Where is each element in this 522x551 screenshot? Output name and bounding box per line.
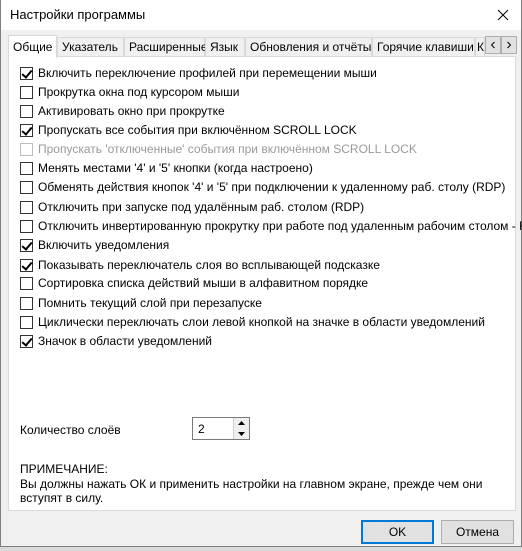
option-checkbox-row[interactable]: Сортировка списка действий мыши в алфави… xyxy=(20,275,368,291)
option-label: Активировать окно при прокрутке xyxy=(38,104,225,118)
option-label: Менять местами '4' и '5' кнопки (когда н… xyxy=(38,161,313,175)
checkbox-checked[interactable] xyxy=(20,66,33,80)
option-label: Циклически переключать слои левой кнопко… xyxy=(38,315,485,329)
chevron-left-icon xyxy=(490,41,495,49)
option-label: Показывать переключатель слоя во всплыва… xyxy=(38,258,380,272)
option-checkbox-row[interactable]: Пропускать все события при включённом SC… xyxy=(20,122,357,138)
tab-scroll-left-button[interactable] xyxy=(485,36,501,54)
tab-truncated[interactable]: К xyxy=(475,37,485,57)
window-title: Настройки программы xyxy=(10,7,146,22)
tab-label: Язык xyxy=(210,40,239,54)
ok-button[interactable]: OK xyxy=(361,520,434,544)
option-checkbox-row[interactable]: Циклически переключать слои левой кнопко… xyxy=(20,314,485,330)
option-label: Прокрутка окна под курсором мыши xyxy=(38,85,240,99)
tab-label: Указатель xyxy=(62,40,118,54)
checkbox-unchecked[interactable] xyxy=(20,219,33,233)
checkbox-unchecked[interactable] xyxy=(20,276,33,290)
arrow-down-icon xyxy=(238,431,245,436)
option-checkbox-row[interactable]: Прокрутка окна под курсором мыши xyxy=(20,84,239,100)
tab-label: К xyxy=(477,40,484,54)
settings-window: Настройки программы Общие Указатель Расш… xyxy=(0,0,522,547)
note-text: Вы должны нажать ОК и применить настройк… xyxy=(20,477,483,505)
checkbox-unchecked[interactable] xyxy=(20,161,33,175)
option-label: Обменять действия кнопок '4' и '5' при п… xyxy=(38,180,506,194)
option-label: Пропускать 'отключенные' события при вкл… xyxy=(38,142,417,156)
checkbox-unchecked[interactable] xyxy=(20,104,33,118)
option-checkbox-row[interactable]: Значок в области уведомлений xyxy=(20,333,212,349)
option-checkbox-row[interactable]: Отключить инвертированную прокрутку при … xyxy=(20,218,522,234)
option-label: Отключить инвертированную прокрутку при … xyxy=(38,219,522,233)
arrow-up-icon xyxy=(238,421,245,425)
layers-count-label: Количество слоёв xyxy=(20,423,121,437)
note-title: ПРИМЕЧАНИЕ: xyxy=(20,462,108,476)
spin-down-button[interactable] xyxy=(233,428,249,439)
checkbox-checked[interactable] xyxy=(20,123,33,137)
option-label: Сортировка списка действий мыши в алфави… xyxy=(38,276,369,290)
option-checkbox-row[interactable]: Включить переключение профилей при перем… xyxy=(20,65,377,81)
ok-label: OK xyxy=(388,525,407,539)
tab-label: Расширенные xyxy=(129,40,208,54)
tab-label: Обновления и отчёты xyxy=(250,40,372,54)
close-button[interactable] xyxy=(493,5,513,25)
tab-label: Общие xyxy=(13,40,53,54)
tab-general[interactable]: Общие xyxy=(8,35,57,58)
option-checkbox-row[interactable]: Активировать окно при прокрутке xyxy=(20,103,225,119)
cancel-label: Отмена xyxy=(455,525,500,539)
option-label: Отключить при запуске под удалённым раб.… xyxy=(38,200,365,214)
checkbox-checked[interactable] xyxy=(20,334,33,348)
option-checkbox-row[interactable]: Включить уведомления xyxy=(20,237,169,253)
tab-hotkeys[interactable]: Горячие клавиши xyxy=(372,37,475,57)
checkbox-unchecked[interactable] xyxy=(20,296,33,310)
option-label: Пропускать все события при включённом SC… xyxy=(38,123,357,137)
checkbox-unchecked[interactable] xyxy=(20,315,33,329)
checkbox-unchecked xyxy=(20,142,33,156)
cancel-button[interactable]: Отмена xyxy=(441,520,514,544)
option-checkbox-row[interactable]: Отключить при запуске под удалённым раб.… xyxy=(20,199,364,215)
checkbox-checked[interactable] xyxy=(20,238,33,252)
tab-language[interactable]: Язык xyxy=(205,37,245,57)
option-checkbox-row[interactable]: Обменять действия кнопок '4' и '5' при п… xyxy=(20,179,505,195)
close-icon xyxy=(497,9,509,21)
checkbox-unchecked[interactable] xyxy=(20,200,33,214)
option-checkbox-row[interactable]: Показывать переключатель слоя во всплыва… xyxy=(20,257,380,273)
checkbox-unchecked[interactable] xyxy=(20,85,33,99)
option-checkbox-row[interactable]: Помнить текущий слой при перезапуске xyxy=(20,295,262,311)
option-label: Включить переключение профилей при перем… xyxy=(38,66,377,80)
layers-count-spinner[interactable] xyxy=(192,417,250,440)
option-checkbox-row: Пропускать 'отключенные' события при вкл… xyxy=(20,141,417,157)
tab-updates-reports[interactable]: Обновления и отчёты xyxy=(245,37,372,57)
layers-count-input[interactable] xyxy=(198,421,234,437)
tab-pointer[interactable]: Указатель xyxy=(57,37,124,57)
tab-scroll-right-button[interactable] xyxy=(501,36,517,54)
tab-advanced[interactable]: Расширенные xyxy=(124,37,208,57)
option-checkbox-row[interactable]: Менять местами '4' и '5' кнопки (когда н… xyxy=(20,160,313,176)
option-label: Включить уведомления xyxy=(38,238,170,252)
option-label: Помнить текущий слой при перезапуске xyxy=(38,296,262,310)
tab-label: Горячие клавиши xyxy=(377,40,474,54)
option-label: Значок в области уведомлений xyxy=(38,334,213,348)
title-bar: Настройки программы xyxy=(1,0,521,30)
checkbox-checked[interactable] xyxy=(20,258,33,272)
chevron-right-icon xyxy=(507,41,512,49)
general-tab-panel: Включить переключение профилей при перем… xyxy=(8,56,522,511)
tab-strip: Общие Указатель Расширенные Язык Обновле… xyxy=(8,35,517,58)
checkbox-unchecked[interactable] xyxy=(20,180,33,194)
